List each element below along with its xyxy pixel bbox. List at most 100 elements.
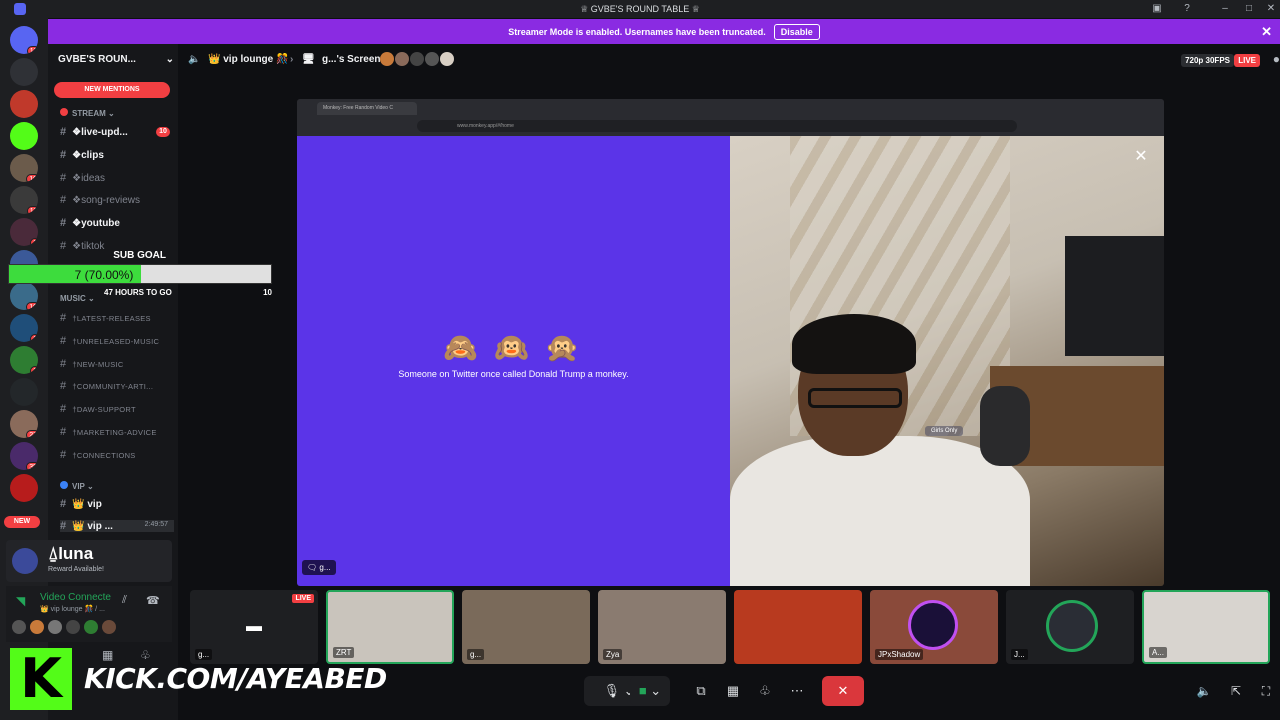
discord-home-icon[interactable]: 11 (10, 26, 38, 54)
participant-name: ZRT (333, 647, 355, 658)
participant-tile[interactable]: JPxShadow (870, 590, 998, 664)
disconnect-icon[interactable]: ☎ (146, 594, 160, 607)
avatar[interactable] (12, 620, 26, 634)
server-icon[interactable]: 35 (10, 442, 38, 470)
channel-item[interactable]: # ❖ideas (60, 172, 174, 184)
monitor-icon: ▬ (246, 618, 262, 635)
new-mentions-pill[interactable]: NEW MENTIONS (54, 82, 170, 98)
noise-suppression-icon[interactable]: ⫽ (122, 594, 127, 607)
avatar[interactable] (102, 620, 116, 634)
channel-name: †LATEST-RELEASES (72, 314, 151, 323)
viewer-avatars[interactable] (380, 52, 454, 66)
avatar (380, 52, 394, 66)
luna-reward-card[interactable]: ⍙luna Reward Available! (6, 540, 172, 582)
participant-tile[interactable]: g... (462, 590, 590, 664)
monkey-emojis: 🙈 🙉 🙊 (443, 332, 584, 363)
avatar[interactable] (84, 620, 98, 634)
server-icon[interactable]: 1 (10, 346, 38, 374)
avatar (440, 52, 454, 66)
channel-item[interactable]: # †NEW-MUSIC (60, 358, 174, 370)
screen-share-button[interactable]: ⧉ (688, 676, 714, 706)
server-badge: 35 (26, 462, 38, 470)
minimize-button[interactable]: – (1218, 2, 1232, 16)
participant-tile[interactable]: A... (1142, 590, 1270, 664)
inbox-icon[interactable]: ▣ (1150, 2, 1164, 16)
screen-share-view[interactable]: Monkey: Free Random Video C www.monkey.a… (297, 99, 1164, 586)
avatar (1046, 600, 1098, 652)
chat-icon[interactable]: ● (1273, 52, 1280, 66)
participant-tile[interactable]: ZRT (326, 590, 454, 664)
disable-streamer-mode-button[interactable]: Disable (773, 23, 820, 40)
kick-server-icon[interactable] (10, 122, 38, 150)
server-icon[interactable]: 27 (10, 410, 38, 438)
new-servers-pill[interactable]: NEW (4, 516, 40, 528)
participant-tile[interactable]: J... (1006, 590, 1134, 664)
channel-name: †DAW-SUPPORT (72, 405, 136, 415)
luna-subtitle: Reward Available! (48, 566, 104, 573)
screen-share-label-text: g... (319, 563, 331, 572)
more-options-button[interactable]: ⋯ (784, 676, 810, 706)
channel-item[interactable]: # †MARKETING-ADVICE (60, 426, 174, 438)
channel-name: †NEW-MUSIC (72, 359, 124, 369)
participant-name: J... (1011, 649, 1028, 660)
soundboard-button[interactable]: ♧ (752, 676, 778, 706)
channel-item[interactable]: # †DAW-SUPPORT (60, 403, 174, 415)
category-stream[interactable]: STREAM ⌄ (60, 108, 115, 118)
channel-item[interactable]: # ❖clips (60, 149, 174, 161)
avatar[interactable] (48, 620, 62, 634)
streamer-mode-banner: Streamer Mode is enabled. Usernames have… (48, 19, 1280, 44)
participant-tile[interactable] (734, 590, 862, 664)
volume-icon[interactable]: 🔈 (1196, 683, 1212, 699)
kick-logo: K (10, 648, 72, 710)
close-icon[interactable]: ✕ (1133, 149, 1149, 165)
popout-icon[interactable]: ⇱ (1228, 683, 1244, 699)
category-vip[interactable]: VIP ⌄ (60, 481, 94, 491)
server-icon[interactable]: 1 (10, 218, 38, 246)
channel-item[interactable]: # ❖youtube (60, 217, 174, 229)
hash-icon: # (60, 217, 67, 230)
server-icon[interactable] (10, 474, 38, 502)
channel-name: 👑 vip (72, 499, 102, 510)
sub-goal-time-left: 47 HOURS TO GO (104, 288, 172, 297)
server-icon[interactable] (10, 90, 38, 118)
avatar[interactable] (66, 620, 80, 634)
end-call-button[interactable]: ✕ (822, 676, 864, 706)
person-glasses (808, 388, 902, 408)
camera-control[interactable]: ■ ⌄ (630, 676, 670, 706)
server-icon[interactable]: 1 (10, 314, 38, 342)
channel-item[interactable]: # ❖song-reviews (60, 194, 174, 206)
voice-channel-name[interactable]: 👑 vip lounge 🎊 / ... (40, 605, 105, 613)
close-window-button[interactable]: ✕ (1264, 2, 1278, 16)
participant-tile[interactable]: LIVE ▬ g... (190, 590, 318, 664)
channel-item[interactable]: # †UNRELEASED-MUSIC (60, 335, 174, 347)
participant-tile[interactable]: Zya (598, 590, 726, 664)
channel-item[interactable]: # †COMMUNITY-ARTI... (60, 380, 174, 392)
channel-item[interactable]: # ❖live-upd... 10 (60, 126, 174, 138)
avatar[interactable] (30, 620, 44, 634)
channel-item[interactable]: # 👑 vip ... 2:49:57 (60, 520, 174, 532)
server-name-header[interactable]: GVBE'S ROUN... ⌄ (58, 54, 174, 65)
help-icon[interactable]: ? (1180, 2, 1194, 16)
server-icon[interactable]: 11 (10, 186, 38, 214)
close-banner-button[interactable]: ✕ (1261, 24, 1272, 40)
server-icon[interactable] (10, 378, 38, 406)
screen-share-title[interactable]: g...'s Screen (322, 54, 381, 65)
sub-goal-target: 10 (263, 288, 272, 297)
server-badge: 27 (26, 430, 38, 438)
server-icon[interactable]: 10 (10, 154, 38, 182)
server-badge: 11 (26, 46, 38, 54)
fullscreen-icon[interactable]: ⛶ (1258, 683, 1274, 699)
channel-item[interactable]: # †CONNECTIONS (60, 449, 174, 461)
live-badge: LIVE (292, 594, 314, 603)
channel-item[interactable]: # †LATEST-RELEASES (60, 312, 174, 324)
hash-icon: # (60, 171, 67, 184)
speaker-icon: 🔈 (188, 54, 201, 65)
hash-icon: # (60, 448, 67, 461)
hash-icon: # (60, 312, 67, 324)
server-icon[interactable] (10, 58, 38, 86)
activities-button[interactable]: ▦ (720, 676, 746, 706)
maximize-button[interactable]: □ (1242, 2, 1256, 16)
hash-icon: # (60, 403, 67, 416)
voice-channel-title[interactable]: 👑 vip lounge 🎊 (208, 54, 288, 65)
channel-item[interactable]: # 👑 vip (60, 498, 174, 510)
